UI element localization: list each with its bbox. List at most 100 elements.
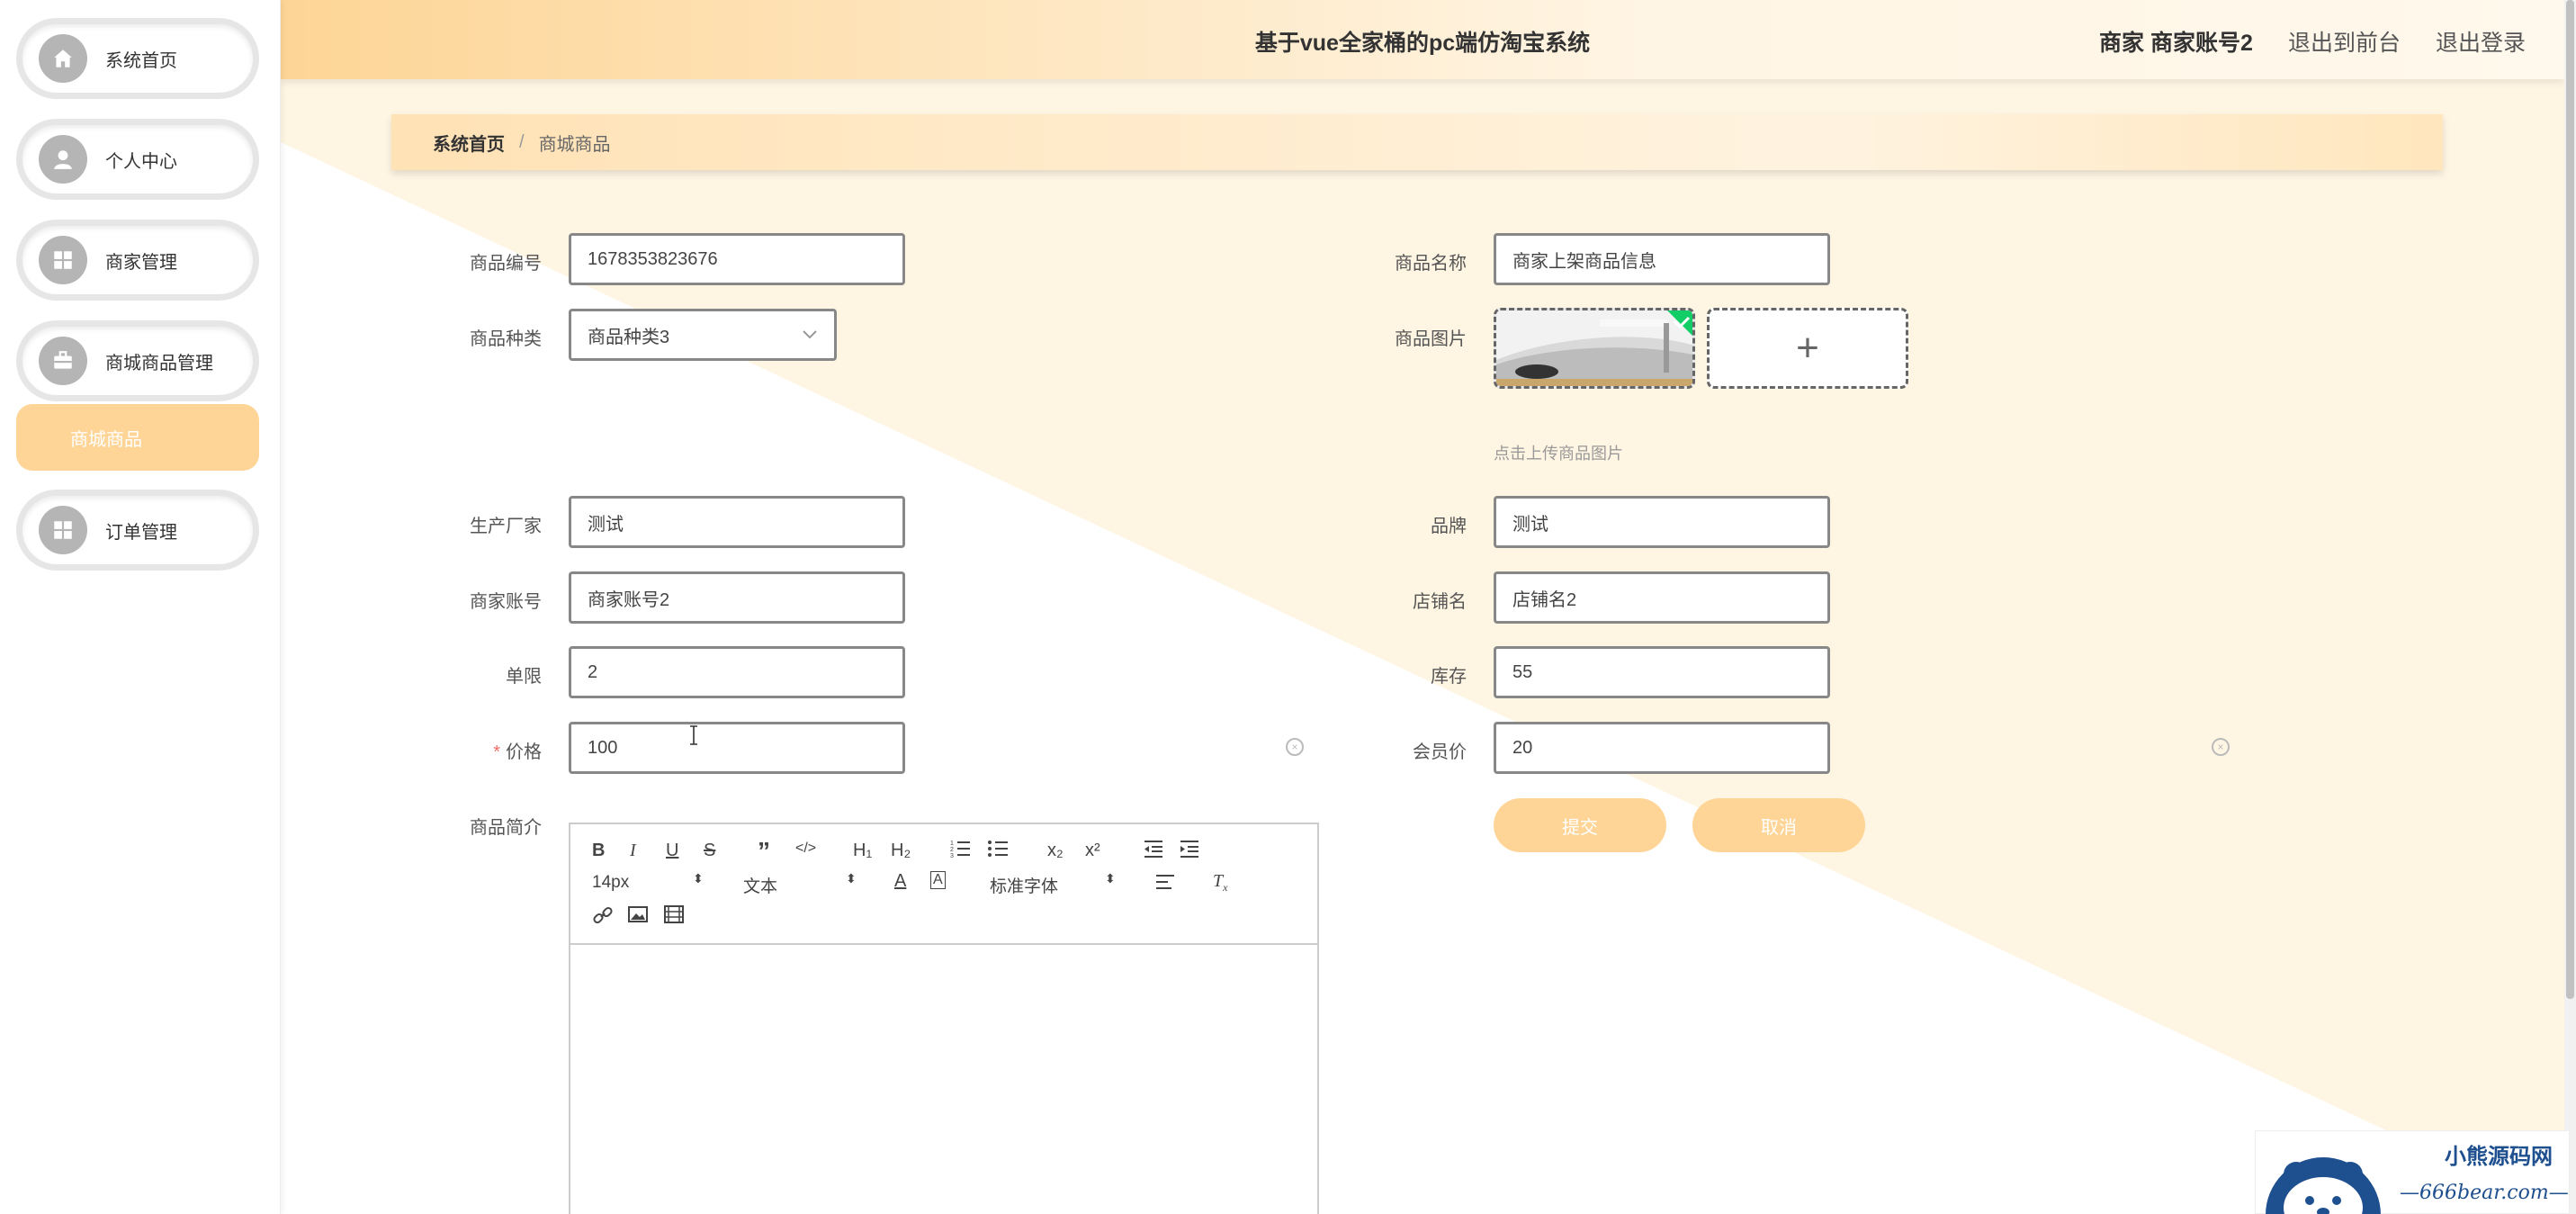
breadcrumb: 系统首页 / 商城商品 [391, 114, 2443, 170]
video-icon[interactable] [664, 905, 684, 929]
sidebar-subitem-goods[interactable]: 商城商品 [16, 404, 259, 471]
watermark-logo: 小熊源码网 —666bear.com— [2255, 1130, 2570, 1214]
price-label-text: 价格 [506, 742, 542, 762]
sidebar-subitem-label: 商城商品 [70, 429, 142, 450]
breadcrumb-current: 商城商品 [538, 134, 611, 155]
sidebar-item-home[interactable]: 系统首页 [16, 18, 259, 99]
price-label: * 价格 [407, 737, 542, 763]
goods-code-input[interactable]: 1678353823676 [569, 233, 905, 285]
font-family-updown-icon: ⬍ [1105, 871, 1116, 886]
svg-text:1: 1 [950, 841, 954, 847]
scrollbar-thumb[interactable] [2566, 0, 2574, 999]
home-icon [39, 34, 87, 83]
sidebar-item-goods-manage[interactable]: 商城商品管理 [16, 320, 259, 401]
breadcrumb-home[interactable]: 系统首页 [433, 130, 505, 156]
goods-name-label: 商品名称 [1395, 254, 1467, 274]
block-type-updown-icon: ⬍ [846, 871, 857, 886]
goods-category-select[interactable]: 商品种类3 [569, 309, 837, 361]
current-user: 商家 商家账号2 [2099, 31, 2253, 56]
svg-text:3: 3 [950, 853, 954, 859]
strike-icon[interactable]: S [704, 841, 715, 861]
image-icon[interactable] [628, 905, 648, 929]
sidebar-item-orders[interactable]: 订单管理 [16, 490, 259, 571]
sidebar-item-label: 系统首页 [105, 50, 177, 71]
goods-category-label: 商品种类 [470, 329, 542, 349]
svg-text:2: 2 [950, 847, 954, 853]
lamp-photo-icon [1496, 310, 1692, 386]
upload-hint: 点击上传商品图片 [1494, 445, 1623, 463]
svg-text:小熊源码网: 小熊源码网 [2445, 1144, 2553, 1169]
underline-icon[interactable]: U [666, 841, 678, 861]
editor-toolbar: B I U S ” </> H₁ H₂ 123 x₂ x² 14px ⬍ 文本 … [570, 824, 1317, 945]
ordered-list-icon[interactable]: 123 [950, 839, 972, 864]
block-type-select[interactable]: 文本 [743, 873, 777, 897]
bold-icon[interactable]: B [592, 841, 605, 861]
sidebar-item-label: 订单管理 [105, 522, 177, 543]
code-icon[interactable]: </> [795, 841, 816, 857]
required-mark: * [493, 742, 500, 762]
sidebar-item-profile[interactable]: 个人中心 [16, 119, 259, 200]
sidebar-item-label: 商家管理 [105, 252, 177, 273]
h1-icon[interactable]: H₁ [853, 841, 872, 861]
bear-logo-icon: 小熊源码网 —666bear.com— [2266, 1144, 2569, 1214]
italic-icon[interactable]: I [630, 841, 636, 861]
goods-image-preview[interactable] [1494, 308, 1695, 389]
briefcase-icon [39, 337, 87, 385]
sidebar-item-merchant[interactable]: 商家管理 [16, 220, 259, 301]
grid-icon [39, 236, 87, 284]
plus-icon: + [1796, 326, 1819, 370]
exit-to-front-link[interactable]: 退出到前台 [2288, 25, 2401, 58]
goods-image-label: 商品图片 [1395, 329, 1467, 349]
shop-name-input[interactable]: 店铺名2 [1494, 571, 1830, 624]
merchant-account-input[interactable]: 商家账号2 [569, 571, 905, 624]
goods-category-value: 商品种类3 [588, 327, 670, 347]
goods-code-label: 商品编号 [470, 254, 542, 274]
brand-label: 品牌 [1431, 517, 1467, 536]
merchant-account-label: 商家账号 [470, 592, 542, 612]
goods-name-input[interactable]: 商家上架商品信息 [1494, 233, 1830, 285]
brand-input[interactable]: 测试 [1494, 496, 1830, 548]
clear-format-icon[interactable]: Tx [1213, 871, 1227, 895]
font-size-updown-icon: ⬍ [693, 871, 704, 886]
limit-label: 单限 [506, 667, 542, 687]
sidebar: 系统首页 个人中心 商家管理 商城商品管理 商城商品 订单管理 [0, 0, 281, 1214]
grid-icon [39, 506, 87, 554]
svg-text:—666bear.com—: —666bear.com— [2400, 1182, 2569, 1204]
text-cursor-icon [689, 725, 698, 745]
stock-input[interactable]: 55 [1494, 646, 1830, 698]
submit-button[interactable]: 提交 [1494, 798, 1666, 852]
bullet-list-icon[interactable] [988, 839, 1010, 864]
user-icon [39, 135, 87, 184]
clear-member-price-icon[interactable]: × [2212, 738, 2230, 756]
rich-text-editor: B I U S ” </> H₁ H₂ 123 x₂ x² 14px ⬍ 文本 … [569, 823, 1319, 1214]
upload-add-button[interactable]: + [1707, 308, 1908, 389]
maker-label: 生产厂家 [470, 517, 542, 536]
indent-icon[interactable] [1179, 839, 1200, 864]
font-color-icon[interactable]: A [894, 871, 906, 892]
shop-name-label: 店铺名 [1413, 592, 1467, 612]
font-family-select[interactable]: 标准字体 [990, 873, 1058, 897]
member-price-input[interactable]: 20 [1494, 722, 1830, 774]
font-size-select[interactable]: 14px [592, 873, 629, 893]
link-icon[interactable] [592, 905, 614, 931]
outdent-icon[interactable] [1143, 839, 1164, 864]
logout-link[interactable]: 退出登录 [2436, 25, 2526, 58]
sidebar-item-label: 个人中心 [105, 151, 177, 172]
quote-icon[interactable]: ” [758, 837, 770, 866]
member-price-label: 会员价 [1413, 742, 1467, 762]
maker-input[interactable]: 测试 [569, 496, 905, 548]
page-scrollbar[interactable] [2564, 0, 2576, 1214]
limit-input[interactable]: 2 [569, 646, 905, 698]
chevron-down-icon [802, 325, 818, 346]
clear-price-icon[interactable]: × [1286, 738, 1304, 756]
price-input[interactable]: 100 [569, 722, 905, 774]
cancel-button[interactable]: 取消 [1692, 798, 1865, 852]
stock-label: 库存 [1431, 667, 1467, 687]
h2-icon[interactable]: H₂ [891, 841, 911, 861]
top-header: 基于vue全家桶的pc端仿淘宝系统 商家 商家账号2 退出到前台 退出登录 [281, 0, 2564, 79]
subscript-icon[interactable]: x₂ [1047, 841, 1064, 861]
superscript-icon[interactable]: x² [1085, 841, 1100, 861]
background-color-icon[interactable]: A [930, 871, 946, 889]
align-icon[interactable] [1155, 873, 1175, 896]
intro-label: 商品简介 [470, 818, 542, 838]
